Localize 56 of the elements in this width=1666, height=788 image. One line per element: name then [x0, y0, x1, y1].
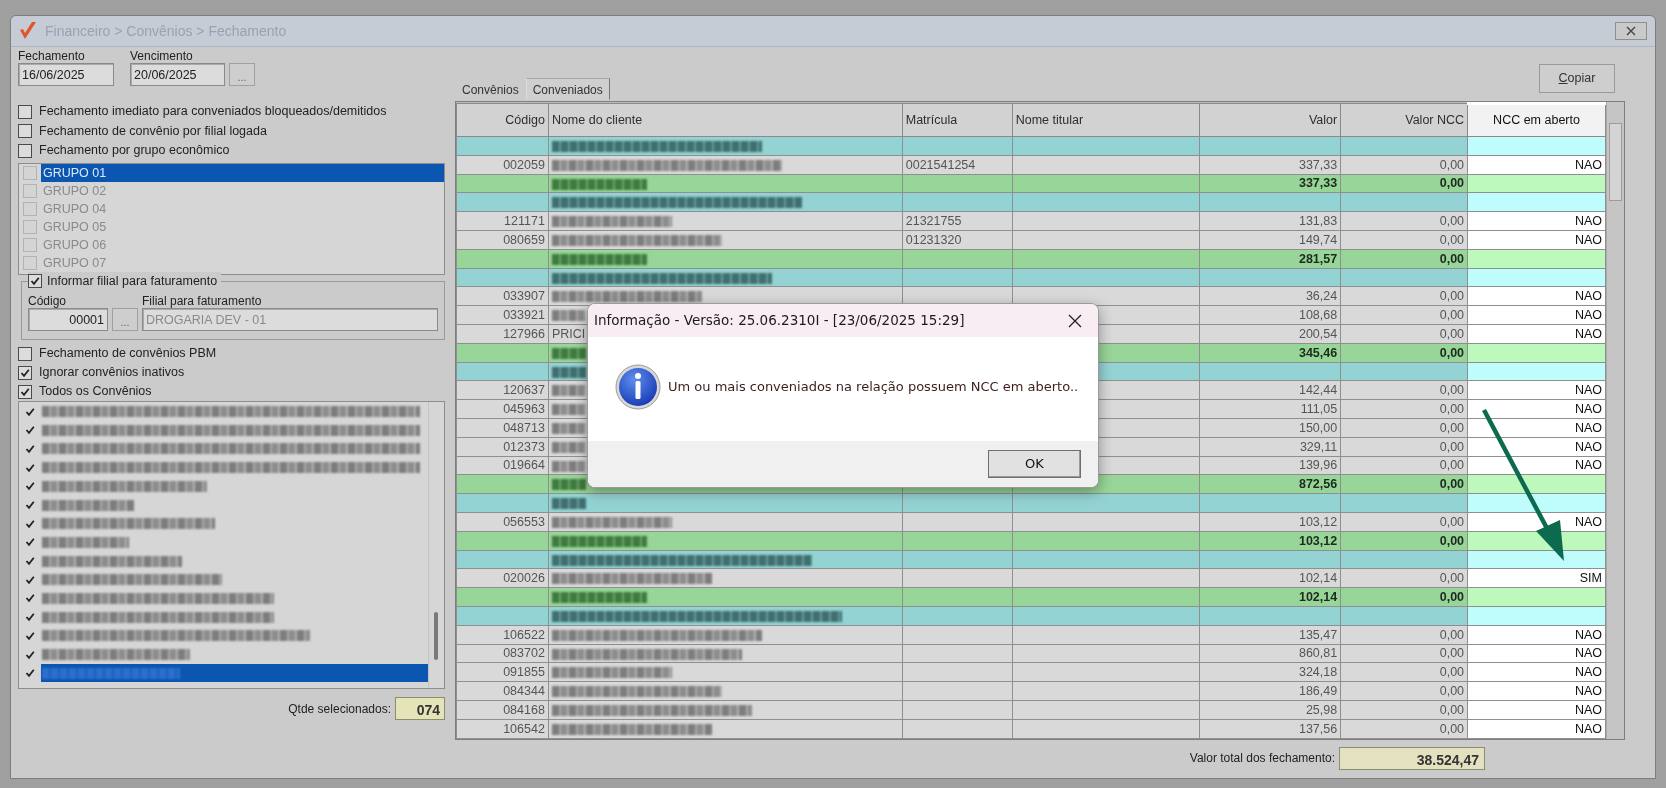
field-label: Fechamento	[18, 49, 86, 63]
column-header[interactable]: Código	[456, 103, 549, 137]
ok-button[interactable]: OK	[988, 450, 1081, 478]
redacted-text	[551, 498, 586, 510]
column-header[interactable]: Valor NCC	[1340, 103, 1468, 137]
option-label: Ignorar convênios inativos	[39, 364, 185, 382]
dialog-message: Um ou mais conveniados na relação possuem NCC em aberto..	[668, 378, 1079, 397]
column-header[interactable]: Nome do cliente	[548, 103, 903, 137]
redacted-text	[551, 441, 586, 453]
option-label: Todos os Convênios	[39, 383, 152, 401]
date-field[interactable]: 20/06/2025	[130, 63, 225, 86]
total-field: 38.524,47	[1339, 746, 1485, 770]
logo-icon	[19, 21, 37, 41]
info-icon	[614, 363, 662, 411]
redacted-text	[551, 310, 586, 322]
redacted-text	[551, 423, 586, 435]
checkbox[interactable]	[18, 124, 32, 139]
code-field[interactable]: 00001	[28, 308, 108, 332]
count-field: 074	[395, 697, 445, 721]
field-label: Vencimento	[130, 49, 194, 63]
option-label: Fechamento imediato para conveniados bloqueados/demitidos	[39, 103, 387, 121]
checkbox[interactable]	[18, 143, 32, 158]
redacted-text	[551, 366, 586, 378]
redacted-text	[551, 479, 586, 491]
copy-button[interactable]: Copiar	[1539, 64, 1615, 93]
picker-button[interactable]: ...	[112, 308, 138, 332]
list-item[interactable]	[41, 664, 428, 683]
option-label: Fechamento de convênio por filial logada	[39, 122, 267, 140]
field-label: Filial para faturamento	[142, 294, 263, 309]
close-icon	[1068, 313, 1082, 328]
option-label: Fechamento de convênios PBM	[39, 345, 217, 363]
column-header[interactable]: Matrícula	[902, 103, 1013, 137]
close-icon	[1626, 26, 1636, 36]
scrollbar[interactable]	[1606, 102, 1624, 739]
tab[interactable]: Convênios	[455, 78, 526, 100]
option-label: Fechamento por grupo econômico	[39, 142, 230, 160]
column-header[interactable]: Valor	[1199, 103, 1341, 137]
field-label: Código	[28, 294, 68, 309]
option-label: Informar filial para faturamento	[47, 272, 218, 290]
checkbox[interactable]	[18, 104, 32, 119]
checkbox[interactable]	[28, 273, 42, 288]
tab[interactable]: Conveniados	[525, 78, 610, 100]
redacted-text	[551, 460, 586, 472]
checkbox[interactable]	[18, 384, 32, 399]
total-label: Valor total dos fechamento:	[1189, 751, 1335, 765]
date-field[interactable]: 16/06/2025	[18, 63, 114, 86]
close-button[interactable]	[1615, 22, 1647, 40]
checkbox[interactable]	[18, 365, 32, 380]
column-header[interactable]: NCC em aberto	[1467, 103, 1606, 137]
redacted-text	[551, 404, 586, 416]
redacted-text	[551, 347, 586, 359]
count-label: Qtde selecionados:	[288, 701, 391, 716]
checkbox[interactable]	[18, 346, 32, 361]
picker-button[interactable]: ...	[229, 63, 255, 86]
redacted-text	[551, 385, 586, 397]
column-header[interactable]: Nome titular	[1012, 103, 1200, 137]
